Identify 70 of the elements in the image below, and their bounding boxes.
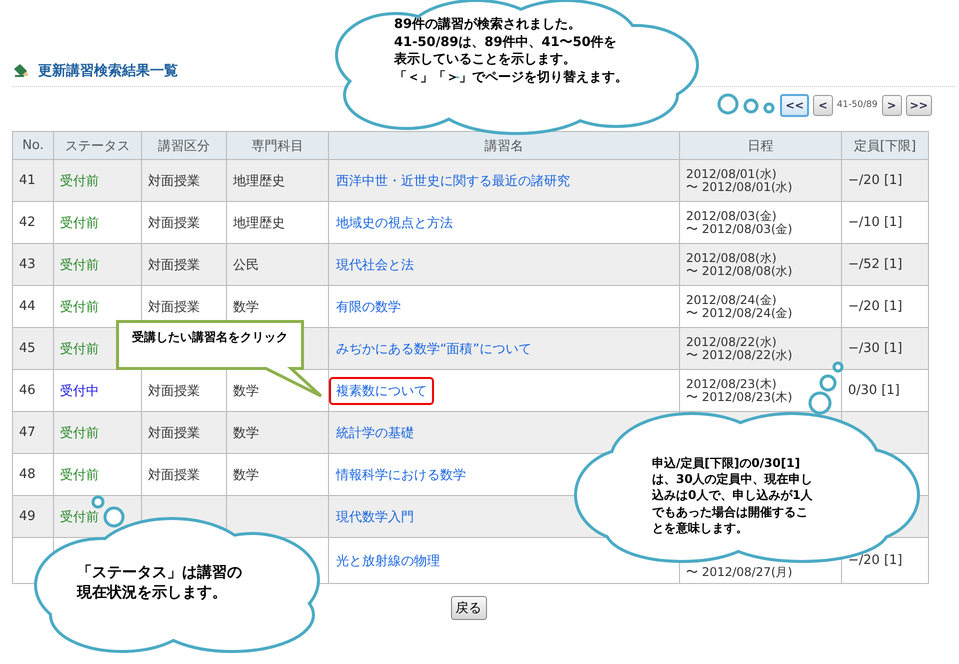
back-button[interactable]: 戻る xyxy=(450,596,486,620)
pager-button[interactable]: < xyxy=(812,94,833,116)
table-cell: 数学 xyxy=(233,300,259,314)
status-text: 受付前 xyxy=(60,426,99,440)
course-link[interactable]: 統計学の基礎 xyxy=(329,418,421,446)
pager-button[interactable]: > xyxy=(882,94,902,116)
table-cell: 対面授業 xyxy=(148,384,200,398)
callout-text: 89件の講習が検索されました。 41-50/89は、89件中、41〜50件を 表示していることを示します。 「＜」「＞」でページを切り替えます。 xyxy=(394,16,628,86)
date-range: 2012/08/03(金) 〜 2012/08/03(金) xyxy=(686,210,794,236)
column-header: 講習名 xyxy=(484,138,524,154)
status-text: 受付前 xyxy=(60,510,99,524)
column-header: 講習区分 xyxy=(158,138,210,154)
table-cell: −/20 [1] xyxy=(848,173,902,188)
table-cell: 0/30 [1] xyxy=(848,383,900,398)
column-header: 定員[下限] xyxy=(854,138,916,154)
column-header: 専門科目 xyxy=(252,138,304,154)
table-cell: −/10 [1] xyxy=(848,215,902,230)
table-cell: 49 xyxy=(19,509,36,524)
status-text: 受付中 xyxy=(60,384,99,398)
table-cell: −/52 [1] xyxy=(848,257,902,272)
status-text: 受付前 xyxy=(60,258,99,272)
table-cell: 数学 xyxy=(233,468,259,482)
status-text: 受付前 xyxy=(60,342,99,356)
page-title: 更新講習検索結果一覧 xyxy=(38,62,178,80)
table-cell: 数学 xyxy=(233,426,259,440)
date-range: 2012/08/01(水) 〜 2012/08/01(水) xyxy=(686,168,794,194)
table-cell: 対面授業 xyxy=(148,174,200,188)
table-cell: 公民 xyxy=(233,258,259,272)
course-link[interactable]: 現代数学入門 xyxy=(329,502,421,530)
date-range: 2012/08/22(水) 〜 2012/08/22(水) xyxy=(686,336,794,362)
status-text: 受付前 xyxy=(60,468,99,482)
table-cell: 44 xyxy=(19,299,36,314)
date-range: 2012/08/24(金) 〜 2012/08/24(金) xyxy=(686,294,794,320)
date-range: 2012/08/23(木) 〜 2012/08/23(木) xyxy=(686,378,794,404)
table-cell: 48 xyxy=(19,467,36,482)
table-cell: 対面授業 xyxy=(148,300,200,314)
table-cell: 47 xyxy=(19,425,36,440)
column-header: 日程 xyxy=(748,138,774,154)
column-header: ステータス xyxy=(65,138,130,154)
callout-text: 受講したい講習名をクリック xyxy=(131,329,289,346)
pager-button[interactable]: << xyxy=(780,94,809,116)
table-cell: 43 xyxy=(19,257,36,272)
course-link[interactable]: 情報科学における数学 xyxy=(329,460,473,488)
table-cell: 地理歴史 xyxy=(233,174,285,188)
course-link[interactable]: 現代社会と法 xyxy=(329,250,421,278)
course-link[interactable]: 有限の数学 xyxy=(329,292,408,320)
table-cell: 対面授業 xyxy=(148,468,200,482)
column-header: No. xyxy=(22,138,44,153)
table-cell: 対面授業 xyxy=(148,216,200,230)
table-cell: −/20 [1] xyxy=(848,553,902,568)
table-cell: 地理歴史 xyxy=(233,216,285,230)
table-cell: 46 xyxy=(19,383,36,398)
callout-text: 「ステータス」は講習の 現在状況を示します。 xyxy=(77,562,242,602)
table-cell: 対面授業 xyxy=(148,258,200,272)
callout-text: 申込/定員[下限]の0/30[1] は、30人の定員中、現在申し 込みは0人で、申し込みが1人 でもあった場合は開催するこ とを意味します。 xyxy=(652,455,813,536)
table-cell: 42 xyxy=(19,215,36,230)
status-text: 受付前 xyxy=(60,300,99,314)
table-cell: 対面授業 xyxy=(148,426,200,440)
table-cell: 41 xyxy=(19,173,36,188)
pager-button[interactable]: >> xyxy=(906,94,932,116)
status-text: 受付前 xyxy=(60,216,99,230)
date-range: 〜 2012/08/27(月) xyxy=(686,566,794,579)
table-cell: −/20 [1] xyxy=(848,299,902,314)
date-range: 2012/08/08(水) 〜 2012/08/08(水) xyxy=(686,252,794,278)
status-text: 受付前 xyxy=(60,174,99,188)
table-cell: −/30 [1] xyxy=(848,341,902,356)
course-link[interactable]: 複素数について xyxy=(329,376,434,404)
table-cell: 数学 xyxy=(233,384,259,398)
table-cell: 45 xyxy=(19,341,36,356)
page-range: 41-50/89 xyxy=(836,100,878,110)
